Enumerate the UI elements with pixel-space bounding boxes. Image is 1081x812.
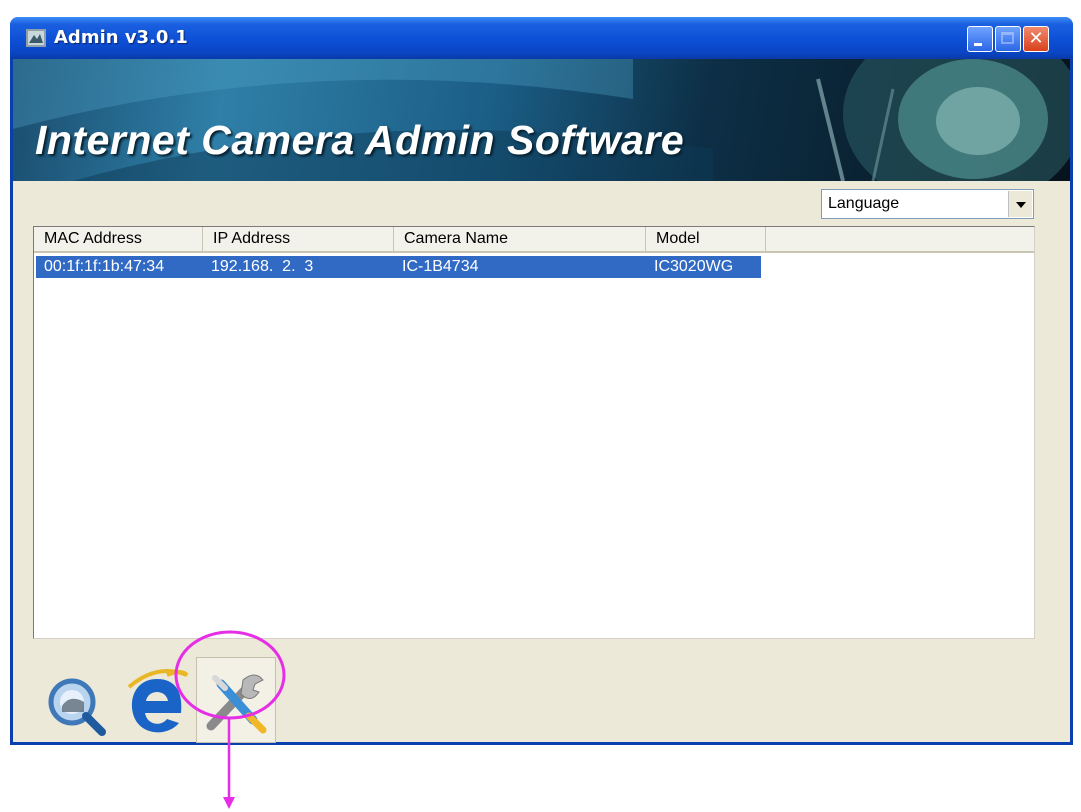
column-header-mac[interactable]: MAC Address <box>34 227 203 251</box>
search-camera-icon[interactable] <box>40 672 108 740</box>
title-bar[interactable]: Admin v3.0.1 ✕ <box>10 17 1073 59</box>
language-select-value: Language <box>828 195 900 212</box>
client-area: Internet Camera Admin Software Language … <box>13 59 1070 743</box>
settings-tools-icon <box>206 674 267 734</box>
column-header-camera-name[interactable]: Camera Name <box>394 227 646 251</box>
app-window: Admin v3.0.1 ✕ Internet Camera Admin Sof… <box>10 17 1073 745</box>
list-header: MAC Address IP Address Camera Name Model <box>34 227 1034 253</box>
cell-mac-address: 00:1f:1f:1b:47:34 <box>44 258 165 275</box>
internet-explorer-icon[interactable] <box>121 665 193 739</box>
column-header-ip[interactable]: IP Address <box>203 227 394 251</box>
close-icon: ✕ <box>1028 28 1044 49</box>
camera-list[interactable]: MAC Address IP Address Camera Name Model… <box>33 226 1035 639</box>
cell-model: IC3020WG <box>654 258 734 275</box>
banner: Internet Camera Admin Software <box>13 59 1070 181</box>
close-button[interactable]: ✕ <box>1023 26 1049 52</box>
cell-ip-address: 192.168. 2. 3 <box>211 258 314 275</box>
cell-camera-name: IC-1B4734 <box>402 258 479 275</box>
annotation-arrow-head <box>223 797 235 809</box>
banner-title: Internet Camera Admin Software <box>35 117 685 163</box>
table-row[interactable]: 00:1f:1f:1b:47:34 192.168. 2. 3 IC-1B473… <box>36 256 761 278</box>
settings-tools-button[interactable] <box>196 657 276 743</box>
language-select[interactable]: Language <box>821 189 1034 219</box>
window-title: Admin v3.0.1 <box>54 27 188 48</box>
chevron-down-icon[interactable] <box>1008 191 1032 217</box>
maximize-button[interactable] <box>995 26 1021 52</box>
app-icon <box>26 29 46 47</box>
column-header-model[interactable]: Model <box>646 227 766 251</box>
minimize-button[interactable] <box>967 26 993 52</box>
